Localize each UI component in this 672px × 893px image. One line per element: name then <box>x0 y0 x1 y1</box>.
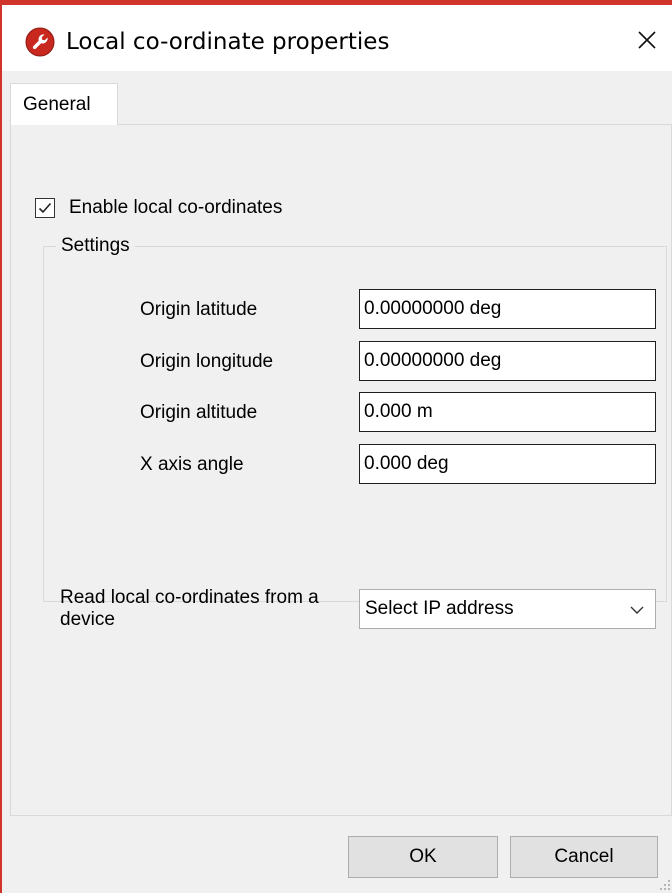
close-icon <box>638 31 656 49</box>
x-axis-angle-field[interactable] <box>359 444 656 484</box>
checkmark-icon <box>38 202 52 214</box>
origin-latitude-label: Origin latitude <box>140 299 258 320</box>
settings-group: Settings Origin latitude Origin longitud… <box>43 235 667 630</box>
x-axis-angle-label: X axis angle <box>140 454 244 475</box>
resize-grip-icon[interactable] <box>657 877 672 892</box>
checkbox-box[interactable] <box>35 198 55 218</box>
cancel-button[interactable]: Cancel <box>510 836 658 878</box>
ip-address-select[interactable]: Select IP address <box>359 589 656 629</box>
ip-address-select-value: Select IP address <box>365 598 514 619</box>
origin-longitude-field[interactable] <box>359 341 656 381</box>
origin-longitude-label: Origin longitude <box>140 351 274 372</box>
origin-altitude-field[interactable] <box>359 392 656 432</box>
enable-local-label: Enable local co-ordinates <box>69 197 283 218</box>
ok-button[interactable]: OK <box>348 836 498 878</box>
window-title: Local co-ordinate properties <box>66 29 390 55</box>
wrench-badge-icon <box>25 27 55 57</box>
title-bar[interactable]: Local co-ordinate properties <box>2 5 672 71</box>
origin-altitude-label: Origin altitude <box>140 402 258 423</box>
settings-group-title: Settings <box>56 235 135 257</box>
tab-general-label: General <box>23 93 91 115</box>
tab-panel-general: Enable local co-ordinates Settings Origi… <box>10 124 672 816</box>
origin-latitude-field[interactable] <box>359 289 656 329</box>
tab-general[interactable]: General <box>10 83 118 125</box>
read-device-label: Read local co-ordinates from a device <box>60 587 319 630</box>
close-button[interactable] <box>624 17 670 63</box>
dialog-body: General Enable local co-ordinates Settin… <box>2 71 672 893</box>
chevron-down-icon <box>630 606 644 614</box>
enable-local-checkbox[interactable]: Enable local co-ordinates <box>35 197 282 219</box>
